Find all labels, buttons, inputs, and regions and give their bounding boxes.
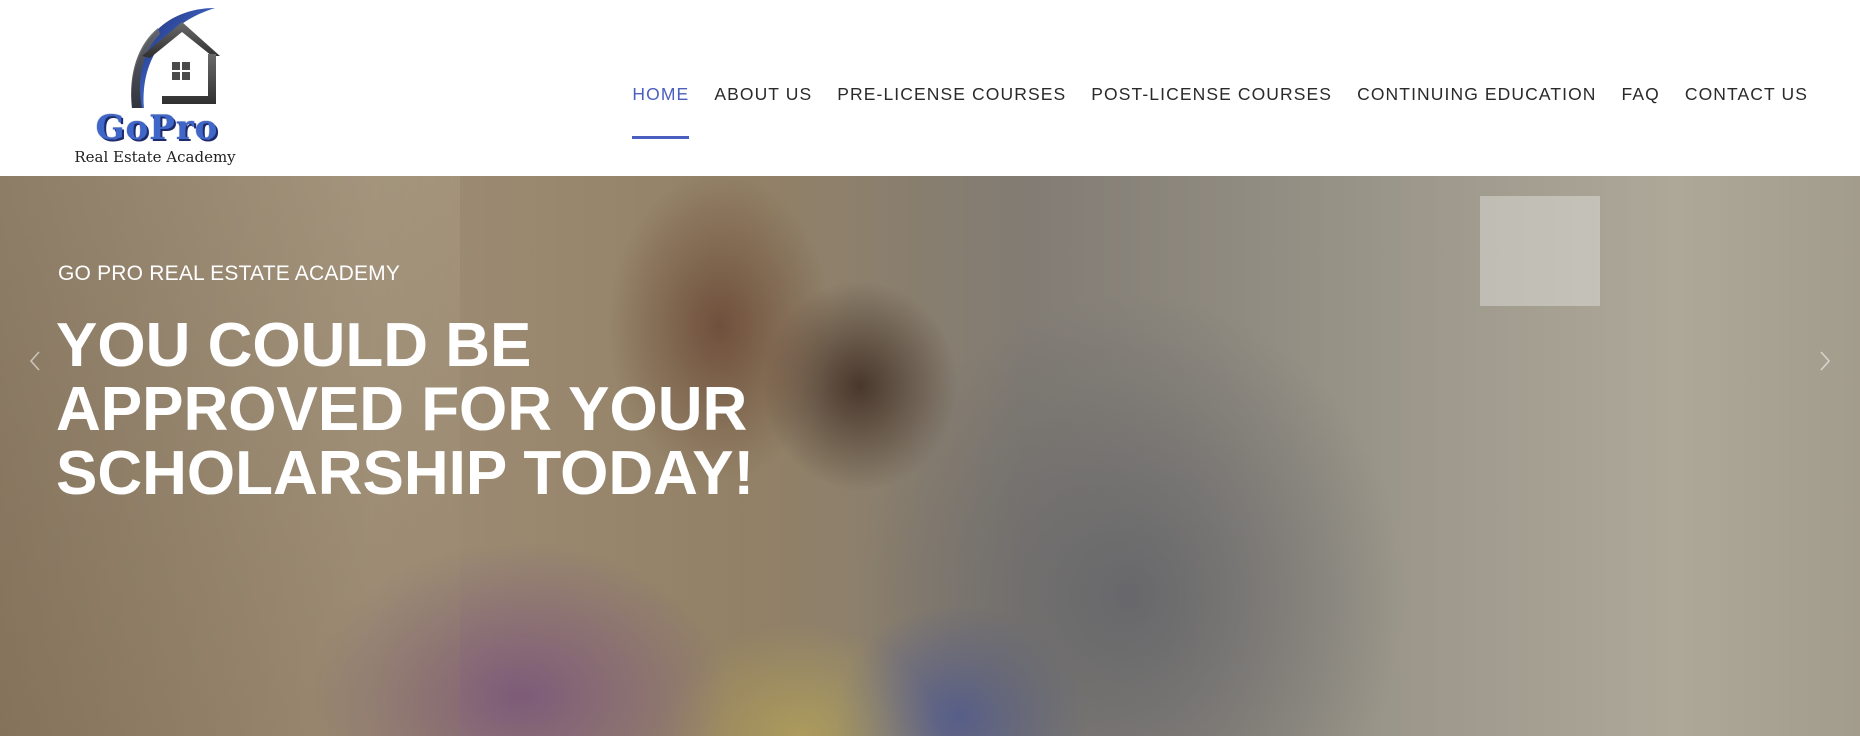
chevron-right-icon [1820,351,1831,371]
site-logo[interactable]: GoPro Real Estate Academy [70,4,240,166]
nav-item-contact-us[interactable]: CONTACT US [1685,84,1808,105]
nav-item-faq[interactable]: FAQ [1622,84,1660,105]
slider-prev-button[interactable] [20,346,50,376]
nav-item-about-us[interactable]: ABOUT US [714,84,812,105]
hero-eyebrow: GO PRO REAL ESTATE ACADEMY [58,262,401,285]
hero-heading-line: APPROVED FOR YOUR [56,375,748,444]
hero-heading-line: SCHOLARSHIP TODAY! [56,439,755,508]
hero-slider: GO PRO REAL ESTATE ACADEMY YOU COULD BE … [0,176,1860,736]
logo-tagline: Real Estate Academy [74,148,236,166]
chevron-left-icon [29,351,40,371]
slider-next-button[interactable] [1810,346,1840,376]
house-arc-icon [131,8,220,108]
hero-heading: YOU COULD BE APPROVED FOR YOUR SCHOLARSH… [56,314,876,506]
nav-item-pre-license-courses[interactable]: PRE-LICENSE COURSES [837,84,1066,105]
nav-item-home[interactable]: HOME [632,84,690,139]
nav-item-continuing-education[interactable]: CONTINUING EDUCATION [1357,84,1596,105]
nav-item-post-license-courses[interactable]: POST-LICENSE COURSES [1091,84,1332,105]
logo-wordmark: GoPro [95,108,219,148]
site-header: GoPro Real Estate Academy HOME ABOUT US … [0,0,1860,176]
hero-heading-line: YOU COULD BE [56,311,532,380]
main-nav: HOME ABOUT US PRE-LICENSE COURSES POST-L… [632,82,1808,139]
